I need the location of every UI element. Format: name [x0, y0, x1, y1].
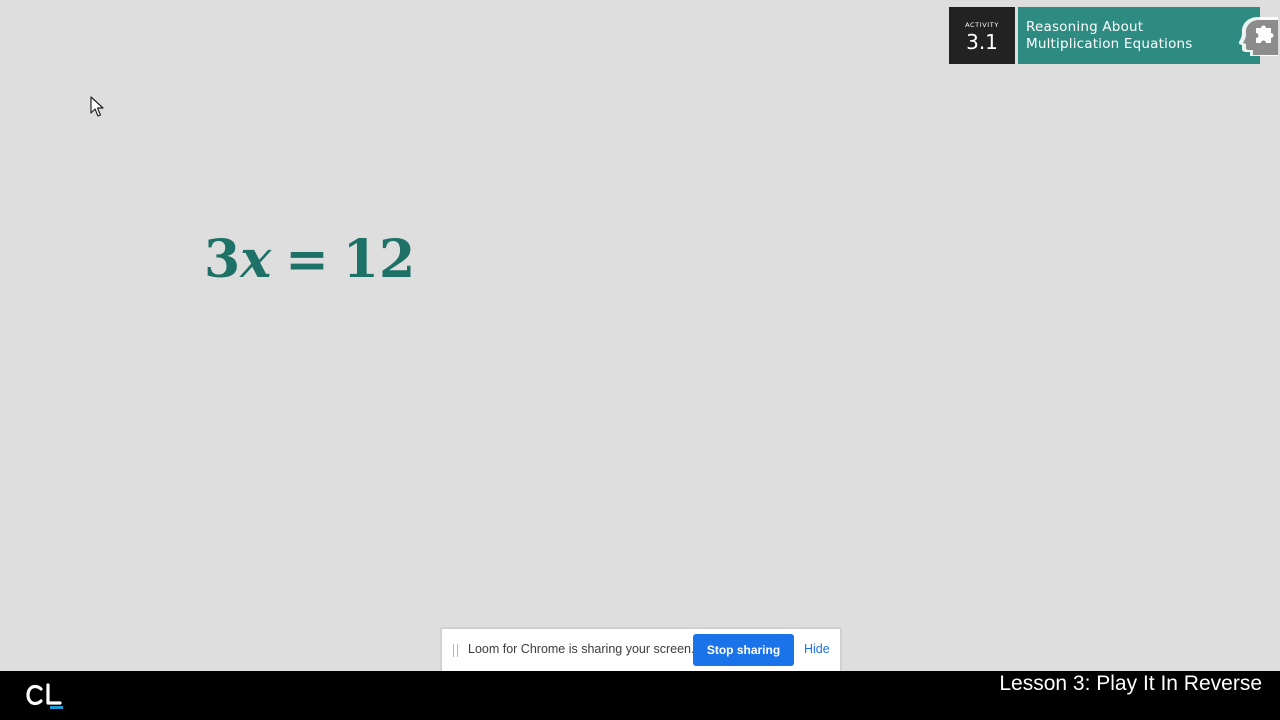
activity-number: 3.1 [966, 30, 998, 54]
cl-logo-icon [26, 683, 63, 709]
activity-title: Reasoning About Multiplication Equations [1018, 7, 1260, 64]
equation-result: 12 [342, 229, 416, 290]
activity-label: ACTIVITY [965, 21, 999, 29]
equation-variable: x [240, 229, 272, 290]
hide-link[interactable]: Hide [804, 642, 830, 656]
activity-badge: ACTIVITY 3.1 [949, 7, 1015, 64]
head-puzzle-icon [1238, 17, 1278, 56]
equation-coefficient: 3 [204, 229, 241, 290]
share-message: Loom for Chrome is sharing your screen. [468, 642, 695, 656]
equation-operator: = [285, 229, 329, 290]
stop-sharing-button[interactable]: Stop sharing [693, 634, 794, 666]
lesson-title: Lesson 3: Play It In Reverse [999, 672, 1262, 695]
activity-title-line1: Reasoning About [1026, 19, 1144, 35]
activity-title-line2: Multiplication Equations [1026, 36, 1193, 52]
mouse-cursor-icon [90, 96, 104, 117]
drag-handle-icon[interactable] [453, 644, 458, 657]
screen-share-bar: Loom for Chrome is sharing your screen. … [441, 628, 841, 671]
footer-bar: Lesson 3: Play It In Reverse [0, 671, 1280, 720]
equation: 3x = 12 [204, 225, 415, 295]
